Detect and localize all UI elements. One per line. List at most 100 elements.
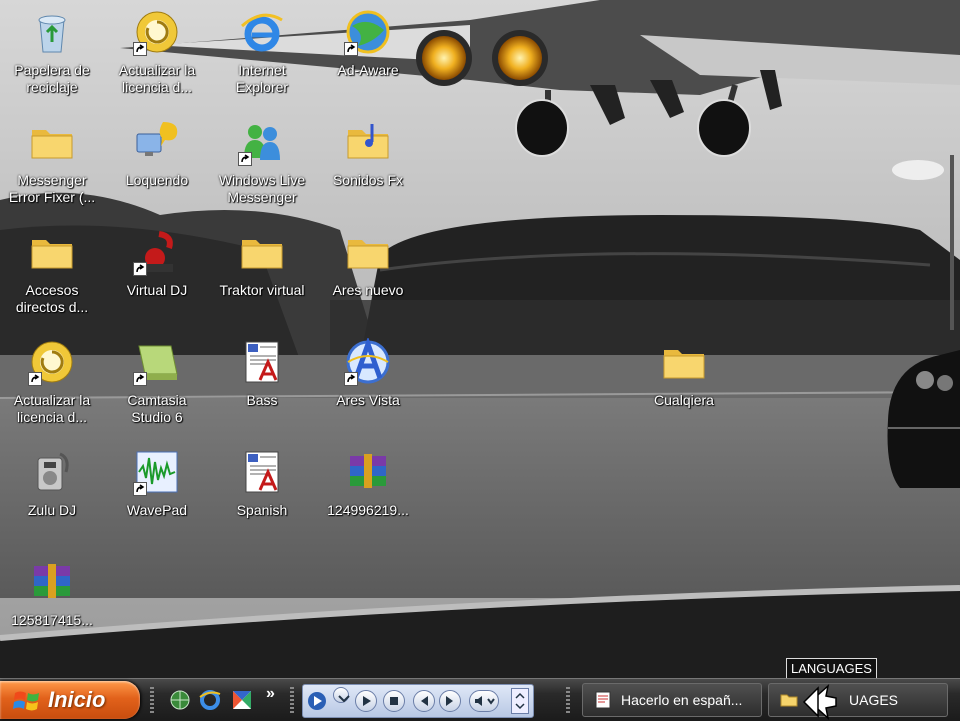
- desktop-icon[interactable]: Ares nuevo: [316, 220, 420, 324]
- toolbar-grip[interactable]: [290, 687, 294, 713]
- messenger-icon: [238, 118, 286, 166]
- music-folder-icon: [344, 118, 392, 166]
- shortcut-arrow-icon: [344, 42, 358, 56]
- folder-icon: [344, 228, 392, 276]
- shortcut-arrow-icon: [133, 372, 147, 386]
- restore-player-button[interactable]: [511, 688, 529, 714]
- shortcut-arrow-icon: [28, 372, 42, 386]
- shortcut-arrow-icon: [133, 262, 147, 276]
- desktop-icon[interactable]: Accesos directos d...: [0, 220, 104, 324]
- document-icon: [238, 448, 286, 496]
- expand-icon: [515, 692, 525, 710]
- desktop-icon-label: Ares nuevo: [332, 282, 404, 298]
- desktop-icon-label: Internet Explorer: [235, 62, 289, 95]
- quicklaunch-picasa-icon[interactable]: [230, 688, 254, 712]
- document-icon: [593, 690, 613, 710]
- desktop-icon[interactable]: Spanish: [210, 440, 314, 544]
- desktop-icon[interactable]: 124996219...: [316, 440, 420, 544]
- desktop-icon-label: Windows Live Messenger: [218, 172, 306, 205]
- taskbar-button-document[interactable]: Hacerlo en españ...: [582, 683, 762, 717]
- folder-icon: [238, 228, 286, 276]
- desktop-icon[interactable]: Ad-Aware: [316, 0, 420, 104]
- desktop-icon[interactable]: Traktor virtual: [210, 220, 314, 324]
- loquendo-icon: [133, 118, 181, 166]
- desktop-icon-label: Ad-Aware: [337, 62, 399, 78]
- desktop-icon-label: Loquendo: [125, 172, 189, 188]
- ares-icon: [344, 338, 392, 386]
- desktop-icon[interactable]: Zulu DJ: [0, 440, 104, 544]
- quicklaunch-internet-explorer-icon[interactable]: [198, 688, 222, 712]
- desktop-icon-label: Zulu DJ: [27, 502, 77, 518]
- play-button[interactable]: [355, 690, 377, 712]
- folder-icon: [660, 338, 708, 386]
- folder-icon: [28, 118, 76, 166]
- license-update-icon: [28, 338, 76, 386]
- start-label: Inicio: [48, 687, 106, 712]
- desktop-icon[interactable]: Actualizar la licencia d...: [0, 330, 104, 434]
- quicklaunch-network-icon[interactable]: [168, 688, 192, 712]
- toolbar-grip[interactable]: [566, 687, 570, 713]
- shortcut-arrow-icon: [344, 372, 358, 386]
- desktop-icon[interactable]: Bass: [210, 330, 314, 434]
- taskbar-button-label: Hacerlo en españ...: [621, 692, 743, 708]
- desktop-icon-label: Messenger Error Fixer (...: [8, 172, 96, 205]
- windows-logo-icon: [13, 691, 39, 711]
- winrar-archive-icon: [28, 558, 76, 606]
- shortcut-arrow-icon: [238, 152, 252, 166]
- desktop-icon[interactable]: 125817415...: [0, 550, 104, 654]
- tooltip: LANGUAGES: [786, 658, 877, 680]
- media-player-toolbar: [302, 684, 534, 718]
- desktop-icon-label: Ares Vista: [336, 392, 400, 408]
- camtasia-icon: [133, 338, 181, 386]
- folder-icon: [779, 690, 799, 710]
- wavepad-icon: [133, 448, 181, 496]
- media-player-logo-icon[interactable]: [307, 691, 327, 711]
- desktop-icon[interactable]: Papelera de reciclaje: [0, 0, 104, 104]
- desktop-icon-label: 124996219...: [327, 502, 409, 518]
- desktop-icon-label: Actualizar la licencia d...: [118, 62, 196, 95]
- desktop-icon-label: 125817415...: [11, 612, 93, 628]
- chevron-down-icon[interactable]: [333, 687, 350, 703]
- desktop-icon-label: Bass: [246, 392, 278, 408]
- desktop-icon[interactable]: WavePad: [105, 440, 209, 544]
- desktop-icon-label: Camtasia Studio 6: [127, 392, 187, 425]
- desktop-icon-label: Papelera de reciclaje: [14, 62, 90, 95]
- winrar-archive-icon: [344, 448, 392, 496]
- desktop-icon[interactable]: Sonidos Fx: [316, 110, 420, 214]
- shortcut-arrow-icon: [133, 482, 147, 496]
- taskbar-button-folder[interactable]: UAGES: [768, 683, 948, 717]
- desktop-icon-label: Sonidos Fx: [332, 172, 404, 188]
- stop-button[interactable]: [383, 690, 405, 712]
- previous-button[interactable]: [413, 690, 435, 712]
- folder-icon: [28, 228, 76, 276]
- virtual-dj-icon: [133, 228, 181, 276]
- mouse-cursor-icon: [802, 684, 837, 720]
- shortcut-arrow-icon: [133, 42, 147, 56]
- desktop-icon[interactable]: Virtual DJ: [105, 220, 209, 324]
- desktop-icon[interactable]: Actualizar la licencia d...: [105, 0, 209, 104]
- toolbar-grip[interactable]: [150, 687, 154, 713]
- document-icon: [238, 338, 286, 386]
- desktop-icon[interactable]: Loquendo: [105, 110, 209, 214]
- next-button[interactable]: [439, 690, 461, 712]
- desktop-icon[interactable]: Cualqiera: [632, 330, 736, 434]
- internet-explorer-icon: [238, 8, 286, 56]
- desktop-icon[interactable]: Camtasia Studio 6: [105, 330, 209, 434]
- recycle-bin-icon: [28, 8, 76, 56]
- start-button[interactable]: Inicio: [0, 681, 140, 719]
- desktop-icon[interactable]: Internet Explorer: [210, 0, 314, 104]
- ad-aware-icon: [344, 8, 392, 56]
- zulu-dj-icon: [28, 448, 76, 496]
- desktop-icon-label: Cualqiera: [654, 392, 714, 408]
- desktop-icon[interactable]: Messenger Error Fixer (...: [0, 110, 104, 214]
- volume-button[interactable]: [469, 690, 499, 712]
- desktop-icon[interactable]: Windows Live Messenger: [210, 110, 314, 214]
- desktop-icon-label: Accesos directos d...: [15, 282, 89, 315]
- desktop-icon-label: Spanish: [236, 502, 288, 518]
- desktop-icon[interactable]: Ares Vista: [316, 330, 420, 434]
- desktop-icon-label: Traktor virtual: [219, 282, 305, 298]
- license-update-icon: [133, 8, 181, 56]
- quicklaunch-more-button[interactable]: »: [266, 685, 275, 703]
- desktop-icon-label: WavePad: [126, 502, 188, 518]
- desktop-icon-label: Actualizar la licencia d...: [13, 392, 91, 425]
